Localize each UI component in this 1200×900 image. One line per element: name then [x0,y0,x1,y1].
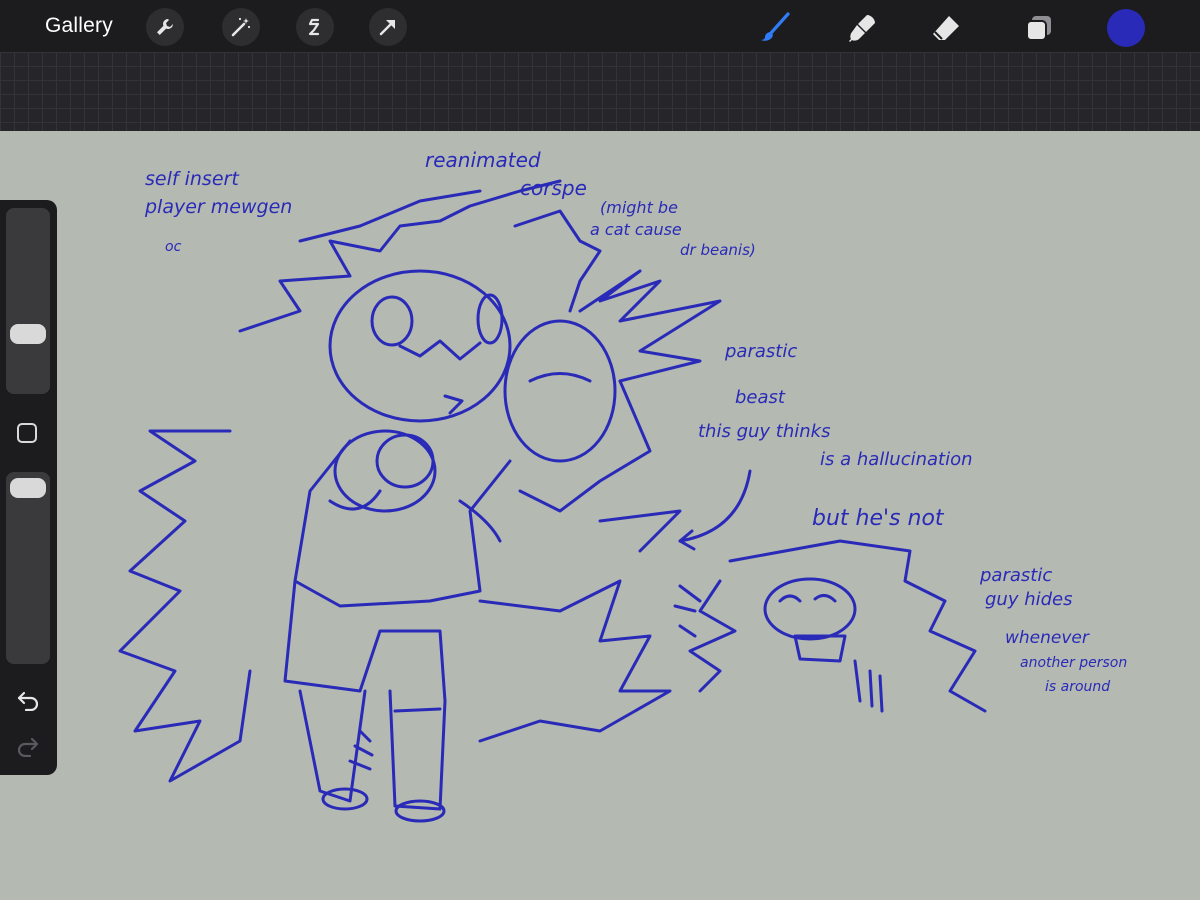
color-swatch[interactable] [1107,9,1145,47]
note-self-insert-line3: oc [165,239,182,255]
opacity-thumb[interactable] [10,478,46,498]
brush-icon[interactable] [755,8,795,48]
note-parastic-line1: parastic [724,341,797,362]
wrench-icon[interactable] [146,8,184,46]
top-toolbar: Gallery [0,0,1200,52]
note-might-be-line1: (might be [600,198,678,217]
magic-wand-icon[interactable] [222,8,260,46]
note-reanimated-line2: corspe [520,176,587,200]
opacity-slider[interactable] [6,472,50,664]
note-but-not: but he's not [812,506,945,531]
note-might-be-line3: dr beanis) [680,241,756,259]
brush-size-thumb[interactable] [10,324,46,344]
note-hides-line2: guy hides [985,589,1073,610]
note-reanimated-line1: reanimated [425,148,541,172]
note-parastic-line4: is a hallucination [820,449,973,470]
left-sidebar [0,200,57,775]
layers-icon[interactable] [1019,8,1059,48]
note-hides-line5: is around [1045,679,1110,695]
brush-size-slider[interactable] [6,208,50,394]
note-hides-line3: whenever [1005,628,1090,648]
note-might-be-line2: a cat cause [590,220,682,239]
square-modifier-icon[interactable] [17,423,37,443]
smudge-icon[interactable] [843,8,883,48]
note-parastic-line3: this guy thinks [698,421,830,442]
note-self-insert-line2: player mewgen [144,196,292,218]
note-self-insert-line1: self insert [145,168,240,190]
sketch-artwork: self insert player mewgen oc reanimated … [118,148,1127,823]
undo-arrow-icon[interactable] [15,688,41,712]
note-parastic-line2: beast [735,387,786,408]
redo-arrow-icon[interactable] [15,734,41,758]
gallery-button[interactable]: Gallery [45,14,113,38]
selection-icon[interactable] [296,8,334,46]
eraser-icon[interactable] [926,8,966,48]
note-hides-line1: parastic [979,565,1052,586]
note-hides-line4: another person [1020,655,1127,671]
transform-arrow-icon[interactable] [369,8,407,46]
canvas-margin-grid [0,52,1200,131]
